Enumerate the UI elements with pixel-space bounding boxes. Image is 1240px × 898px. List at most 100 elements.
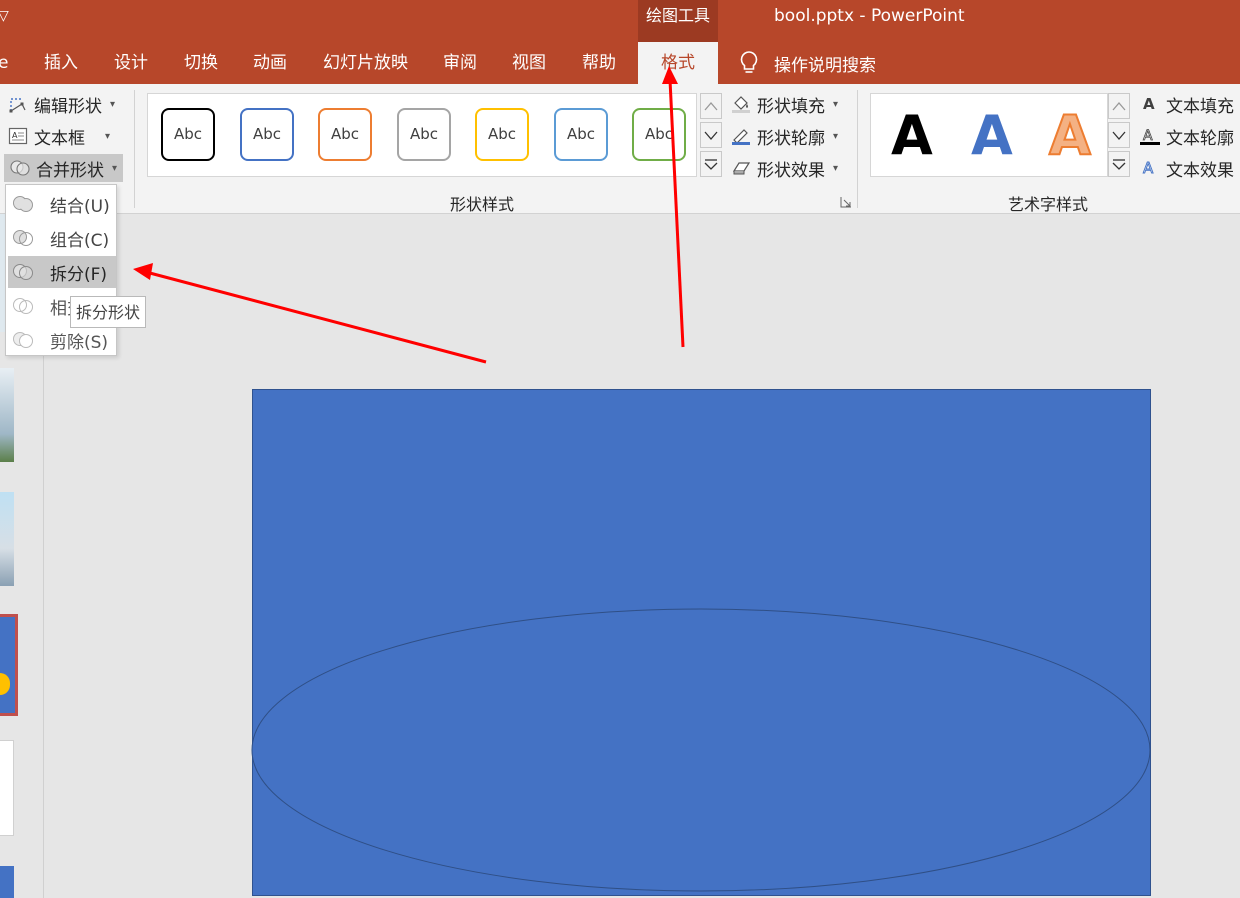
shape-style-preset[interactable]: Abc [554, 108, 608, 161]
chevron-down-icon: ▾ [112, 162, 118, 174]
text-outline-button[interactable]: A 文本轮廓 [1140, 122, 1234, 150]
text-outline-label: 文本轮廓 [1166, 128, 1234, 149]
title-bar: ▽ 绘图工具 bool.pptx - PowerPoint [0, 0, 1240, 42]
menu-item-union[interactable]: 结合(U) [8, 188, 116, 220]
subtract-icon [13, 332, 33, 348]
fragment-icon [13, 264, 33, 280]
shape-style-preset[interactable]: Abc [240, 108, 294, 161]
quick-access-dropdown-icon[interactable]: ▽ [0, 8, 9, 24]
union-icon [13, 196, 33, 212]
chevron-down-icon: ▾ [833, 98, 839, 110]
menu-item-label: 剪除(S) [50, 332, 109, 353]
shape-effects-icon [732, 162, 751, 175]
menu-item-label: 拆分(F) [50, 264, 108, 285]
merge-shapes-label: 合并形状 [36, 160, 104, 181]
annotation-arrow-head [133, 263, 153, 280]
merge-shapes-icon [10, 160, 30, 176]
tab-view[interactable]: 视图 [512, 42, 546, 84]
ribbon-separator [134, 90, 135, 208]
chevron-down-icon: ▾ [833, 130, 839, 142]
shape-effects-button[interactable]: 形状效果 ▾ [731, 154, 838, 182]
tab-help[interactable]: 帮助 [582, 42, 616, 84]
chevron-down-icon [704, 131, 718, 140]
slide-thumbnail[interactable] [0, 492, 14, 586]
edit-shape-button[interactable]: 编辑形状 ▾ [8, 90, 115, 118]
text-box-button[interactable]: A 文本框 ▾ [8, 122, 110, 150]
chevron-up-icon [704, 102, 718, 111]
expand-gallery-icon [704, 159, 718, 170]
shape-style-preset[interactable]: Abc [632, 108, 686, 161]
tab-home-partial[interactable]: e [0, 42, 8, 84]
intersect-icon [13, 298, 33, 314]
svg-text:A: A [12, 131, 18, 140]
edit-shape-label: 编辑形状 [34, 96, 102, 117]
wordart-more-button[interactable] [1108, 151, 1130, 177]
tell-me-search[interactable]: 操作说明搜索 [738, 42, 876, 84]
wordart-scroll-down-button[interactable] [1108, 122, 1130, 148]
annotation-arrow-line [145, 270, 487, 364]
tab-transitions[interactable]: 切换 [184, 42, 218, 84]
menu-item-combine[interactable]: 组合(C) [8, 222, 116, 254]
shape-style-preset[interactable]: Abc [397, 108, 451, 161]
menu-item-fragment[interactable]: 拆分(F) [8, 256, 116, 288]
gallery-scroll-down-button[interactable] [700, 122, 722, 148]
slide-thumbnail-selected[interactable] [0, 614, 18, 716]
gallery-scroll-up-button[interactable] [700, 93, 722, 119]
chevron-down-icon: ▾ [833, 162, 839, 174]
text-fill-icon: A [1143, 95, 1155, 113]
wordart-preset-blue[interactable]: A [971, 104, 1013, 168]
wordart-preset-black[interactable]: A [891, 104, 933, 168]
menu-item-label: 组合(C) [50, 230, 110, 251]
tab-design[interactable]: 设计 [114, 42, 148, 84]
lightbulb-icon [740, 51, 758, 73]
gallery-more-button[interactable] [700, 151, 722, 177]
wordart-group-label: 艺术字样式 [1008, 195, 1089, 214]
slide-thumbnail[interactable] [0, 368, 14, 462]
tab-animations[interactable]: 动画 [253, 42, 287, 84]
svg-text:A: A [1143, 128, 1153, 144]
text-fill-button[interactable]: A 文本填充 [1140, 90, 1234, 118]
ribbon-separator [857, 90, 858, 208]
wordart-preset-orange[interactable]: A [1048, 103, 1092, 168]
tab-slideshow[interactable]: 幻灯片放映 [323, 42, 408, 84]
shape-style-preset[interactable]: Abc [318, 108, 372, 161]
text-effects-button[interactable]: A 文本效果 [1140, 154, 1234, 182]
shape-style-preset[interactable]: Abc [475, 108, 529, 161]
text-fill-label: 文本填充 [1166, 96, 1234, 117]
slide-thumbnail[interactable] [0, 866, 14, 898]
text-effects-icon: A [1143, 159, 1155, 177]
merge-shapes-menu: 结合(U) 组合(C) 拆分(F) 相交(I) 剪除(S) [5, 184, 117, 356]
tell-me-label: 操作说明搜索 [774, 55, 876, 76]
shape-outline-label: 形状轮廓 [757, 128, 825, 149]
shape-fill-button[interactable]: 形状填充 ▾ [731, 90, 838, 118]
fragment-tooltip: 拆分形状 [70, 296, 147, 328]
dialog-launcher-icon[interactable] [840, 196, 852, 208]
svg-text:A: A [1143, 159, 1154, 177]
tab-insert[interactable]: 插入 [44, 42, 78, 84]
slide-thumbnail[interactable] [0, 740, 14, 836]
ribbon-tab-bar: e 插入 设计 切换 动画 幻灯片放映 审阅 视图 帮助 格式 操作说明搜索 [0, 42, 1240, 84]
chevron-down-icon: ▾ [105, 130, 111, 142]
tab-review[interactable]: 审阅 [443, 42, 477, 84]
menu-item-label: 结合(U) [50, 196, 110, 217]
contextual-group-label: 绘图工具 [638, 0, 718, 42]
wordart-scroll-up-button[interactable] [1108, 93, 1130, 119]
merge-shapes-button[interactable]: 合并形状 ▾ [4, 154, 124, 182]
chevron-up-icon [1112, 102, 1126, 111]
tab-format[interactable]: 格式 [638, 42, 718, 84]
paint-bucket-icon [732, 96, 750, 113]
shape-fill-label: 形状填充 [757, 96, 825, 117]
ribbon-format: 编辑形状 ▾ A 文本框 ▾ 合并形状 ▾ Abc Abc Abc Abc Ab… [0, 84, 1240, 214]
document-title: bool.pptx - PowerPoint [774, 6, 965, 26]
shape-style-preset[interactable]: Abc [161, 108, 215, 161]
text-box-label: 文本框 [34, 128, 85, 149]
text-effects-label: 文本效果 [1166, 160, 1234, 181]
shape-effects-label: 形状效果 [757, 160, 825, 181]
pen-icon [732, 129, 750, 145]
shape-outline-button[interactable]: 形状轮廓 ▾ [731, 122, 838, 150]
chevron-down-icon: ▾ [110, 98, 116, 110]
chevron-down-icon [1112, 131, 1126, 140]
shape-style-gallery: Abc Abc Abc Abc Abc Abc Abc [147, 93, 697, 177]
thumbnail-shape-preview [0, 673, 10, 695]
blue-rectangle-shape[interactable] [252, 389, 1151, 896]
